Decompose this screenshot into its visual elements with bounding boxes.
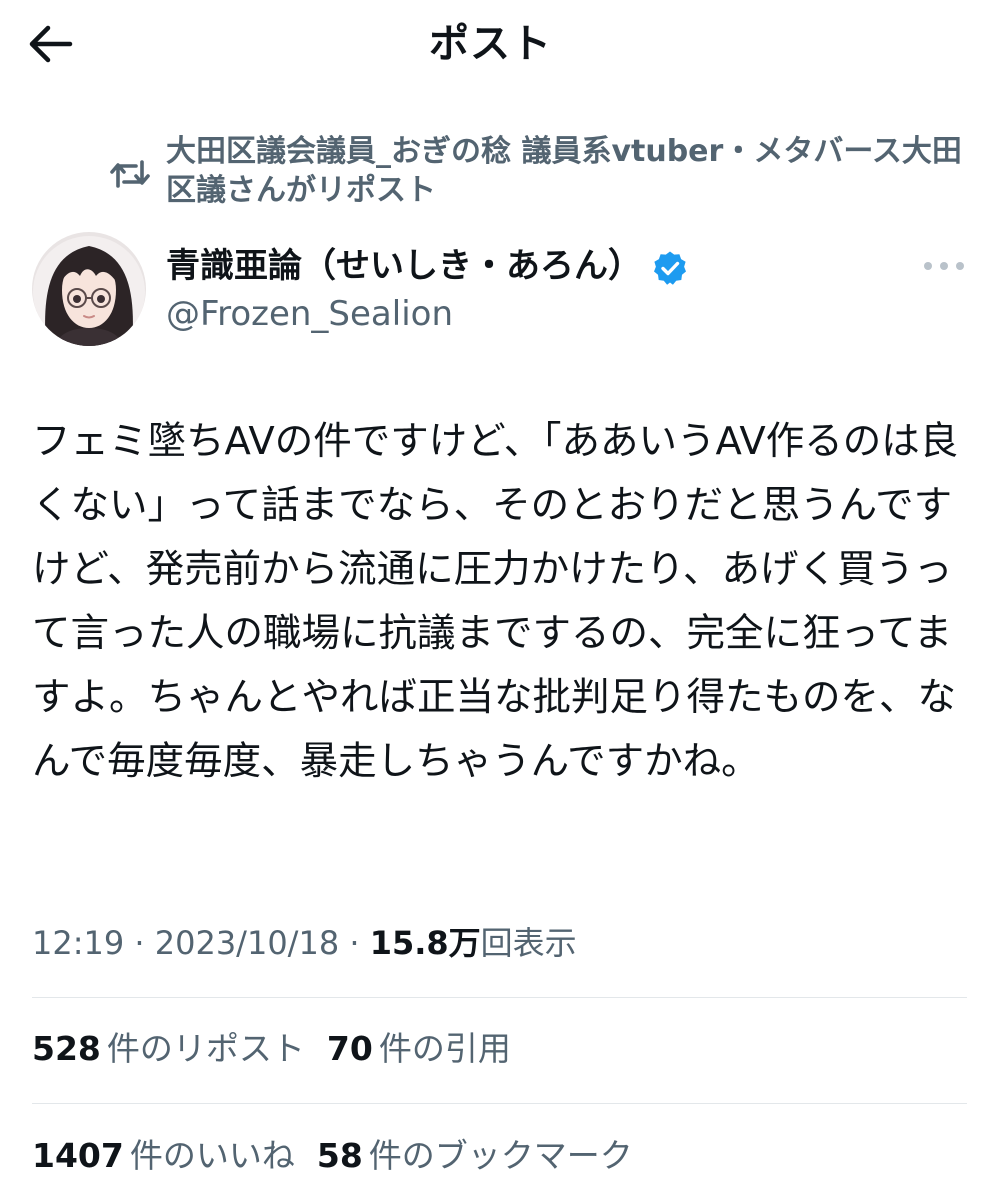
- bookmarks-stat[interactable]: 58 件のブックマーク: [317, 1131, 633, 1181]
- avatar-image: [32, 232, 146, 346]
- bookmarks-label: 件のブックマーク: [368, 1136, 633, 1175]
- more-options-icon[interactable]: [920, 250, 968, 282]
- stats-row-reposts: 528 件のリポスト 70 件の引用: [32, 1024, 533, 1074]
- divider: [32, 1103, 967, 1104]
- view-label: 回表示: [480, 924, 577, 962]
- meta-separator: ·: [339, 924, 370, 962]
- post-time[interactable]: 12:19: [32, 924, 124, 962]
- repost-icon: [110, 160, 150, 188]
- top-bar: ポスト: [0, 0, 981, 90]
- post-date[interactable]: 2023/10/18: [155, 924, 339, 962]
- view-count: 15.8万: [369, 924, 481, 962]
- quotes-label: 件の引用: [378, 1029, 511, 1068]
- author-handle: @Frozen_Sealion: [166, 294, 454, 334]
- likes-label: 件のいいね: [129, 1136, 295, 1175]
- reposts-stat[interactable]: 528 件のリポスト: [32, 1024, 305, 1074]
- reposts-label: 件のリポスト: [106, 1029, 305, 1068]
- quotes-stat[interactable]: 70 件の引用: [327, 1024, 511, 1074]
- quotes-count: 70: [326, 1029, 373, 1068]
- verified-badge-icon: [654, 251, 686, 285]
- likes-count: 1407: [32, 1136, 124, 1175]
- author-name: 青識亜論（せいしき・あろん）: [166, 246, 642, 286]
- author-row: 青識亜論（せいしき・あろん） @Frozen_Sealion: [32, 232, 967, 348]
- page-title: ポスト: [429, 21, 552, 67]
- repost-label: 大田区議会議員_おぎの稔 議員系vtuber・メタバース大田区議さんがリポスト: [166, 134, 962, 208]
- likes-stat[interactable]: 1407 件のいいね: [32, 1131, 295, 1181]
- meta-separator: ·: [124, 924, 155, 962]
- post-text: フェミ墜ちAVの件ですけど、「ああいうAV作るのは良くない」って話までなら、その…: [32, 419, 959, 784]
- divider: [32, 997, 967, 998]
- post-meta: 12:19 · 2023/10/18 · 15.8万回表示: [32, 918, 577, 968]
- reposts-count: 528: [32, 1029, 101, 1068]
- bookmarks-count: 58: [316, 1136, 363, 1175]
- avatar[interactable]: [32, 232, 146, 346]
- stats-row-likes: 1407 件のいいね 58 件のブックマーク: [32, 1131, 655, 1181]
